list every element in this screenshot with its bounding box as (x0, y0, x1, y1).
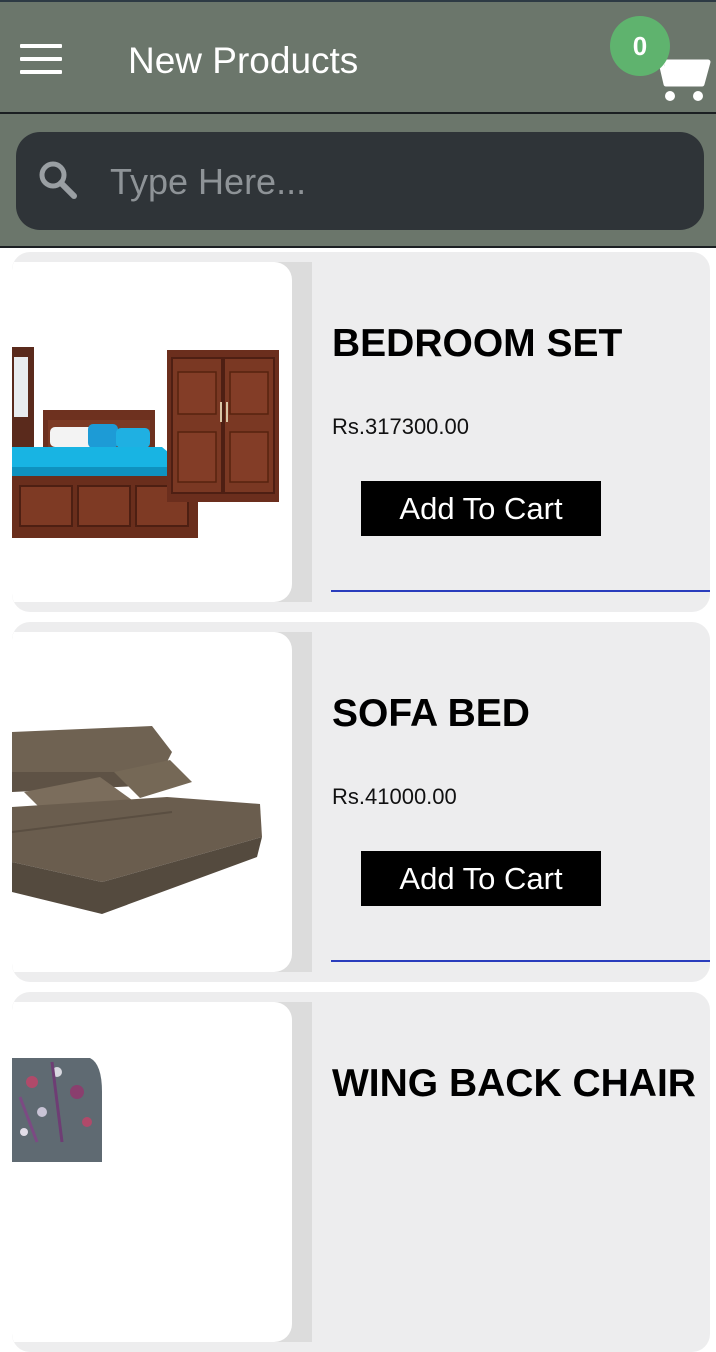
add-to-cart-button[interactable]: Add To Cart (361, 481, 601, 536)
cart-count-badge: 0 (610, 16, 670, 76)
divider-line (331, 590, 710, 592)
sofa-bed-image (12, 726, 262, 914)
page-title: New Products (128, 40, 359, 81)
bedroom-set-image (12, 347, 279, 538)
divider-line (331, 960, 710, 962)
product-card: SOFA BED Rs.41000.00 Add To Cart (12, 622, 710, 982)
product-price: Rs.317300.00 (332, 414, 469, 439)
wing-back-chair-image (12, 1058, 102, 1162)
product-name: WING BACK CHAIR (332, 1062, 696, 1105)
search-box[interactable] (16, 132, 704, 232)
product-card: BEDROOM SET Rs.317300.00 Add To Cart (12, 252, 710, 612)
cart-button[interactable]: 0 (610, 16, 711, 106)
product-name: SOFA BED (332, 692, 530, 735)
product-price: Rs.41000.00 (332, 784, 457, 809)
product-card: WING BACK CHAIR (12, 992, 710, 1352)
product-image-panel (12, 262, 312, 602)
product-image-sofa-bed[interactable] (12, 632, 292, 972)
product-image-wing-back-chair[interactable] (12, 1002, 292, 1342)
product-image-panel (12, 1002, 312, 1342)
product-image-panel (12, 632, 312, 972)
product-image-bedroom-set[interactable] (12, 262, 292, 602)
add-to-cart-button[interactable]: Add To Cart (361, 851, 601, 906)
search-icon (39, 161, 77, 199)
app-bar: New Products 0 (0, 0, 716, 114)
search-bar-container (0, 114, 716, 248)
search-input[interactable] (108, 132, 682, 232)
product-name: BEDROOM SET (332, 322, 623, 365)
menu-icon[interactable] (20, 44, 62, 76)
